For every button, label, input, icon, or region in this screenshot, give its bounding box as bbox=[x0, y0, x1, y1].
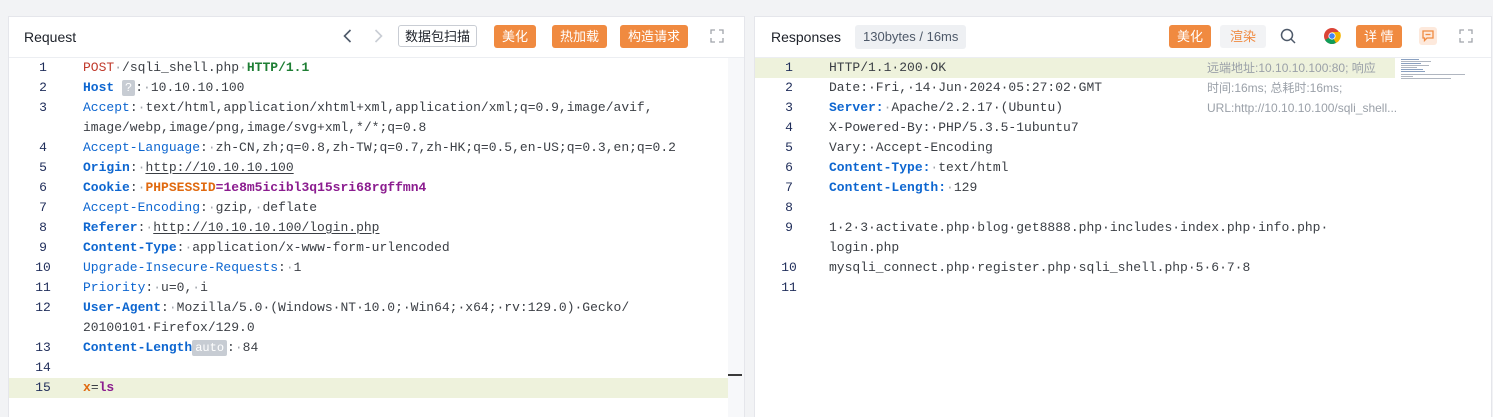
chevron-right-icon[interactable] bbox=[367, 25, 389, 47]
line-number: 13 bbox=[35, 340, 51, 355]
response-header-content-type: Content-Type:·text/html bbox=[829, 160, 1009, 175]
line-number: 5 bbox=[785, 140, 793, 155]
response-header: Responses 130bytes / 16ms 美化 渲染 详 情 bbox=[755, 17, 1491, 58]
response-body-line: mysqli_connect.php·register.php·sqli_she… bbox=[829, 260, 1251, 275]
line-number: 1 bbox=[39, 60, 47, 75]
line-number: 5 bbox=[39, 160, 47, 175]
response-viewer[interactable]: 1 2 3 4 5 6 7 8 9 10 11 HTTP/1.1·200·OK … bbox=[755, 58, 1491, 417]
response-stats-badge: 130bytes / 16ms bbox=[855, 25, 967, 49]
chrome-browser-icon[interactable] bbox=[1321, 25, 1343, 47]
code-line-content-type: Content-Type:·application/x-www-form-url… bbox=[83, 240, 450, 255]
line-number: 7 bbox=[785, 180, 793, 195]
code-line-accept-cont: image/webp,image/png,image/svg+xml,*/*;q… bbox=[83, 120, 427, 135]
current-line-highlight bbox=[9, 378, 729, 398]
details-button[interactable]: 详 情 bbox=[1356, 25, 1402, 48]
code-line-accept: Accept:·text/html,application/xhtml+xml,… bbox=[83, 100, 653, 115]
response-panel: Responses 130bytes / 16ms 美化 渲染 详 情 1 2 … bbox=[754, 16, 1492, 417]
line-number: 4 bbox=[785, 120, 793, 135]
line-number: 11 bbox=[781, 280, 797, 295]
search-icon[interactable] bbox=[1277, 25, 1299, 47]
response-title: Responses bbox=[771, 29, 842, 45]
comment-icon[interactable] bbox=[1417, 25, 1439, 47]
minimap[interactable] bbox=[1401, 58, 1469, 82]
code-line-referer: Referer:·http://10.10.10.100/login.php bbox=[83, 220, 380, 235]
scrollbar-marker bbox=[728, 374, 742, 376]
line-number: 10 bbox=[35, 260, 51, 275]
response-header-content-length: Content-Length:·129 bbox=[829, 180, 978, 195]
request-editor[interactable]: 1 2 3 4 5 6 7 8 9 10 11 12 13 14 15 POST… bbox=[9, 58, 744, 417]
response-body-line: 1·2·3·activate.php·blog·get8888.php·incl… bbox=[829, 220, 1329, 235]
response-beautify-button[interactable]: 美化 bbox=[1169, 25, 1212, 48]
render-button[interactable]: 渲染 bbox=[1220, 25, 1267, 48]
auto-badge[interactable]: auto bbox=[192, 340, 228, 356]
code-line-host: Host ?:·10.10.10.100 bbox=[83, 80, 245, 96]
line-number: 9 bbox=[39, 240, 47, 255]
request-panel: Request 数据包扫描 美化 热加载 构造请求 1 2 3 4 5 6 7 … bbox=[8, 16, 745, 417]
response-header-date: Date:·Fri,·14·Jun·2024·05:27:02·GMT bbox=[829, 80, 1103, 95]
code-line-content-length: Content-Length auto:·84 bbox=[83, 340, 259, 356]
request-header: Request 数据包扫描 美化 热加载 构造请求 bbox=[9, 17, 744, 58]
line-number: 10 bbox=[781, 260, 797, 275]
code-line-accept-language: Accept-Language:·zh-CN,zh;q=0.8,zh-TW;q=… bbox=[83, 140, 676, 155]
response-header-vary: Vary:·Accept-Encoding bbox=[829, 140, 993, 155]
line-number: 3 bbox=[39, 100, 47, 115]
expand-icon[interactable] bbox=[1455, 25, 1477, 47]
line-number: 2 bbox=[39, 80, 47, 95]
line-number: 4 bbox=[39, 140, 47, 155]
line-number: 8 bbox=[785, 200, 793, 215]
line-number: 14 bbox=[35, 360, 51, 375]
line-number: 3 bbox=[785, 100, 793, 115]
request-scrollbar[interactable] bbox=[728, 58, 744, 417]
code-line-user-agent: User-Agent:·Mozilla/5.0·(Windows·NT·10.0… bbox=[83, 300, 630, 315]
code-line-priority: Priority:·u=0,·i bbox=[83, 280, 208, 295]
response-body-line: login.php bbox=[829, 240, 900, 255]
line-number: 12 bbox=[35, 300, 51, 315]
help-badge[interactable]: ? bbox=[122, 80, 136, 96]
hot-reload-button[interactable]: 热加载 bbox=[552, 25, 608, 48]
code-line-request-line: POST·/sqli_shell.php·HTTP/1.1 bbox=[83, 60, 310, 75]
beautify-button[interactable]: 美化 bbox=[494, 25, 537, 48]
line-number: 2 bbox=[785, 80, 793, 95]
construct-request-button[interactable]: 构造请求 bbox=[620, 25, 689, 48]
code-line-upgrade-insecure: Upgrade-Insecure-Requests:·1 bbox=[83, 260, 302, 275]
expand-icon[interactable] bbox=[706, 25, 728, 47]
line-number: 11 bbox=[35, 280, 51, 295]
code-line-origin: Origin:·http://10.10.10.100 bbox=[83, 160, 294, 175]
packet-scan-button[interactable]: 数据包扫描 bbox=[398, 25, 478, 47]
line-number: 9 bbox=[785, 220, 793, 235]
line-number: 1 bbox=[785, 60, 793, 75]
line-number: 7 bbox=[39, 200, 47, 215]
code-line-accept-encoding: Accept-Encoding:·gzip,·deflate bbox=[83, 200, 318, 215]
response-meta-info: 远端地址:10.10.10.100:80; 响应时间:16ms; 总耗时:16m… bbox=[1207, 61, 1398, 115]
chevron-left-icon[interactable] bbox=[337, 25, 359, 47]
response-header-server: Server:·Apache/2.2.17·(Ubuntu) bbox=[829, 100, 1064, 115]
line-number: 6 bbox=[785, 160, 793, 175]
code-line-body: x=ls bbox=[83, 380, 115, 395]
response-status-line: HTTP/1.1·200·OK bbox=[829, 60, 947, 75]
response-header-powered-by: X-Powered-By:·PHP/5.3.5-1ubuntu7 bbox=[829, 120, 1079, 135]
line-number: 8 bbox=[39, 220, 47, 235]
code-line-user-agent-cont: 20100101·Firefox/129.0 bbox=[83, 320, 255, 335]
request-title: Request bbox=[24, 29, 77, 45]
line-number: 15 bbox=[35, 380, 51, 395]
line-number: 6 bbox=[39, 180, 47, 195]
code-line-cookie: Cookie:·PHPSESSID=1e8m5icibl3q15sri68rgf… bbox=[83, 180, 427, 195]
